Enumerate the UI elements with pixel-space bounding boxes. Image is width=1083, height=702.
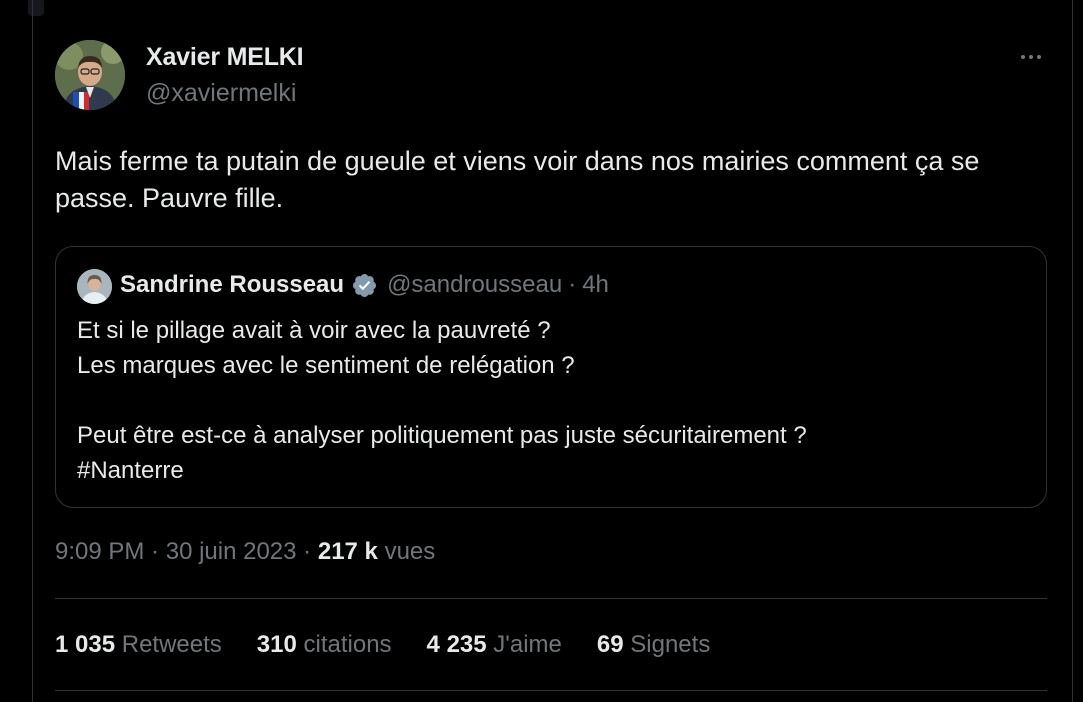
quoted-line: Et si le pillage avait à voir avec la pa… xyxy=(77,317,551,344)
engagement-stats: 1 035 Retweets 310 citations 4 235 J'aim… xyxy=(55,631,745,659)
stat-bookmarks[interactable]: 69 Signets xyxy=(597,631,710,659)
quoted-line: Peut être est-ce à analyser politiquemen… xyxy=(77,422,807,449)
more-horizontal-icon xyxy=(1021,55,1025,59)
quoted-timestamp[interactable]: 4h xyxy=(582,271,609,299)
meta-separator: · xyxy=(151,538,166,565)
quoted-text: Et si le pillage avait à voir avec la pa… xyxy=(77,313,1027,488)
meta-separator: · xyxy=(303,538,318,565)
stat-label: Signets xyxy=(630,631,711,658)
tweet-detail: Xavier MELKI @xaviermelki Mais ferme ta … xyxy=(32,0,1073,702)
quoted-author-avatar[interactable] xyxy=(77,269,112,304)
stat-label: Retweets xyxy=(121,631,222,658)
divider xyxy=(55,598,1047,599)
stat-quotes[interactable]: 310 citations xyxy=(257,631,392,659)
tweet-metadata: 9:09 PM · 30 juin 2023 · 217 k vues xyxy=(55,538,435,566)
quoted-line: Les marques avec le sentiment de relégat… xyxy=(77,352,575,379)
divider xyxy=(55,690,1047,691)
stat-retweets[interactable]: 1 035 Retweets xyxy=(55,631,222,659)
tweet-time[interactable]: 9:09 PM xyxy=(55,538,151,565)
quoted-author-handle[interactable]: @sandrousseau xyxy=(387,271,562,299)
views-count[interactable]: 217 k xyxy=(318,538,385,565)
verified-badge-icon xyxy=(353,273,377,297)
author-name[interactable]: Xavier MELKI xyxy=(146,43,304,72)
quoted-author-name[interactable]: Sandrine Rousseau xyxy=(120,271,344,299)
quoted-line-blank xyxy=(77,383,1027,418)
quoted-tweet[interactable]: Sandrine Rousseau @sandrousseau · 4h Et … xyxy=(55,246,1047,508)
stat-label: citations xyxy=(303,631,392,658)
stat-count: 310 xyxy=(256,631,297,658)
stat-likes[interactable]: 4 235 J'aime xyxy=(427,631,562,659)
stat-count: 69 xyxy=(596,631,624,658)
stat-count: 1 035 xyxy=(55,631,116,658)
more-options-button[interactable] xyxy=(1011,42,1051,72)
author-avatar-image xyxy=(55,40,125,110)
stat-label: J'aime xyxy=(493,631,562,658)
tweet-date[interactable]: 30 juin 2023 xyxy=(166,538,303,565)
quoted-separator: · xyxy=(568,271,577,298)
quoted-hashtag[interactable]: #Nanterre xyxy=(77,453,1027,488)
author-handle[interactable]: @xaviermelki xyxy=(146,79,296,108)
views-label: vues xyxy=(384,538,436,565)
quoted-author-avatar-image xyxy=(77,269,112,304)
stat-count: 4 235 xyxy=(426,631,487,658)
quoted-header: Sandrine Rousseau @sandrousseau · 4h xyxy=(120,271,609,299)
tweet-text: Mais ferme ta putain de gueule et viens … xyxy=(55,146,980,213)
author-avatar[interactable] xyxy=(55,40,125,110)
